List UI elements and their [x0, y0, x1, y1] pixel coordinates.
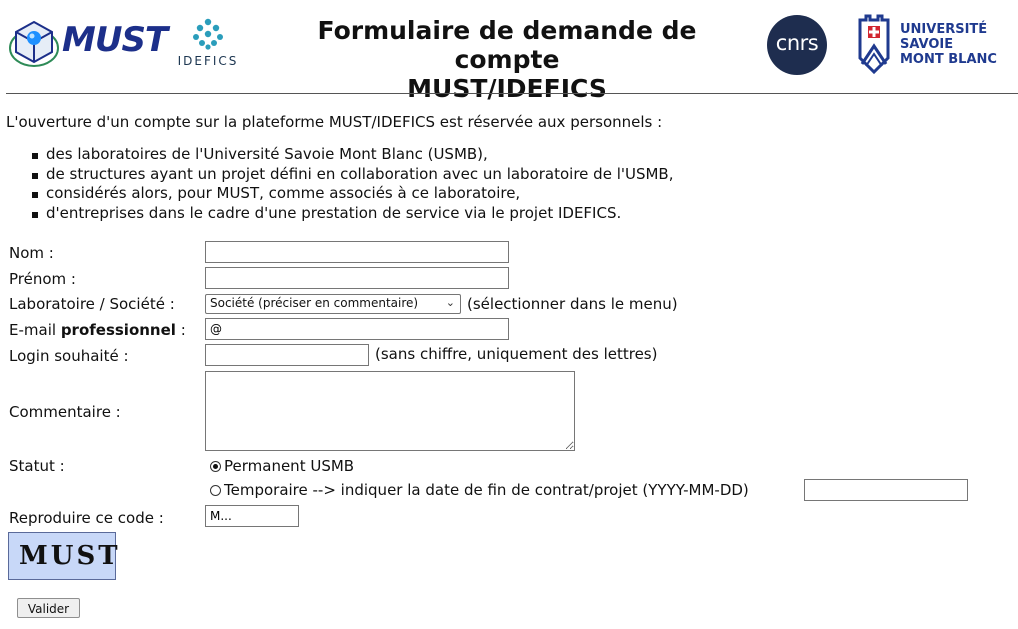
nom-input[interactable] [205, 241, 509, 263]
list-item-continuation: considérés alors, pour MUST, comme assoc… [30, 184, 674, 204]
prenom-label: Prénom : [9, 270, 76, 288]
chevron-down-icon: ⌄ [445, 296, 455, 309]
idefics-molecule-icon [193, 18, 223, 50]
list-item: des laboratoires de l'Université Savoie … [30, 145, 674, 165]
nom-label: Nom : [9, 244, 54, 262]
captcha-image: MUST [8, 532, 118, 580]
commentaire-textarea[interactable] [205, 371, 575, 451]
eligibility-list: des laboratoires de l'Université Savoie … [30, 145, 674, 223]
header-divider [6, 93, 1018, 94]
page-title-line1: Formulaire de demande de compte [317, 16, 697, 74]
date-fin-input[interactable] [804, 479, 968, 501]
email-input[interactable] [205, 318, 509, 340]
submit-button[interactable]: Valider [17, 598, 80, 618]
laboratoire-label: Laboratoire / Société : [9, 295, 175, 313]
must-logo: MUST [8, 16, 168, 72]
email-label: E-mail professionnel : [9, 321, 186, 339]
usmb-logo-text: UNIVERSITÉ SAVOIE MONT BLANC [900, 22, 997, 67]
prenom-input[interactable] [205, 267, 509, 289]
cnrs-logo: cnrs [766, 14, 828, 76]
laboratoire-select[interactable]: Société (préciser en commentaire) ⌄ [205, 294, 461, 314]
laboratoire-hint: (sélectionner dans le menu) [467, 295, 678, 313]
captcha-image-text: MUST [19, 541, 121, 571]
login-input[interactable] [205, 344, 369, 366]
usmb-logo: UNIVERSITÉ SAVOIE MONT BLANC [852, 14, 1018, 76]
must-logo-text: MUST [62, 20, 168, 60]
radio-permanent-label: Permanent USMB [224, 457, 355, 475]
list-item: de structures ayant un projet défini en … [30, 165, 674, 185]
page-title: Formulaire de demande de compte MUST/IDE… [262, 16, 752, 103]
intro-text: L'ouverture d'un compte sur la plateform… [6, 113, 663, 131]
radio-temporaire[interactable] [210, 484, 221, 496]
radio-permanent[interactable] [210, 460, 221, 472]
idefics-logo: IDEFICS [170, 16, 246, 72]
must-cube-icon [9, 20, 59, 67]
captcha-label: Reproduire ce code : [9, 509, 164, 527]
laboratoire-select-value: Société (préciser en commentaire) [210, 296, 419, 310]
statut-label: Statut : [9, 457, 65, 475]
page-title-line2: MUST/IDEFICS [407, 74, 607, 103]
captcha-input[interactable] [205, 505, 299, 527]
statut-option-temporaire[interactable]: Temporaire --> indiquer la date de fin d… [210, 481, 749, 499]
list-item: d'entreprises dans le cadre d'une presta… [30, 204, 674, 224]
login-label: Login souhaité : [9, 347, 129, 365]
usmb-shield-icon [858, 14, 890, 75]
cnrs-logo-text: cnrs [775, 31, 819, 55]
idefics-logo-text: IDEFICS [177, 54, 239, 68]
commentaire-label: Commentaire : [9, 403, 121, 421]
page-header: MUST IDEFICS Formulaire de demande de co… [0, 0, 1018, 103]
radio-temporaire-label: Temporaire --> indiquer la date de fin d… [224, 481, 749, 499]
statut-option-permanent[interactable]: Permanent USMB [210, 457, 354, 475]
login-hint: (sans chiffre, uniquement des lettres) [375, 345, 658, 363]
